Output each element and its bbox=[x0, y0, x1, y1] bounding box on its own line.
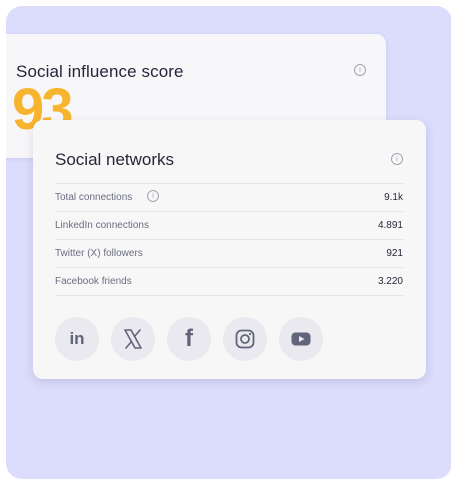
stat-label: Facebook friends bbox=[55, 276, 132, 287]
youtube-button[interactable] bbox=[279, 317, 323, 361]
stat-value: 3.220 bbox=[377, 276, 403, 287]
linkedin-button[interactable]: in bbox=[55, 317, 99, 361]
network-stats-list: Total connections i 9.1k LinkedIn connec… bbox=[55, 183, 403, 296]
info-icon[interactable]: i bbox=[391, 153, 403, 165]
stat-row-total-connections: Total connections i 9.1k bbox=[55, 183, 403, 211]
background-panel: Social influence score i 93 Social netwo… bbox=[6, 6, 451, 479]
facebook-button[interactable]: f bbox=[167, 317, 211, 361]
stat-row-twitter-followers: Twitter (X) followers 921 bbox=[55, 239, 403, 267]
youtube-icon bbox=[291, 332, 311, 346]
stat-value: 4.891 bbox=[377, 220, 403, 231]
info-icon[interactable]: i bbox=[147, 190, 159, 202]
stat-row-facebook-friends: Facebook friends 3.220 bbox=[55, 267, 403, 296]
facebook-icon: f bbox=[185, 325, 193, 352]
social-networks-card: Social networks i Total connections i 9.… bbox=[33, 120, 426, 379]
stat-label: Twitter (X) followers bbox=[55, 248, 143, 259]
instagram-icon bbox=[235, 329, 255, 349]
stat-label: Total connections bbox=[55, 192, 133, 203]
info-icon[interactable]: i bbox=[354, 64, 366, 76]
stat-label: LinkedIn connections bbox=[55, 220, 149, 231]
stat-row-linkedin-connections: LinkedIn connections 4.891 bbox=[55, 211, 403, 239]
stat-value: 921 bbox=[386, 248, 403, 259]
social-icons-row: in f bbox=[55, 317, 335, 361]
linkedin-icon: in bbox=[69, 329, 85, 348]
x-icon bbox=[124, 329, 142, 349]
instagram-button[interactable] bbox=[223, 317, 267, 361]
stat-value: 9.1k bbox=[384, 192, 403, 203]
x-button[interactable] bbox=[111, 317, 155, 361]
networks-title: Social networks bbox=[55, 150, 175, 169]
